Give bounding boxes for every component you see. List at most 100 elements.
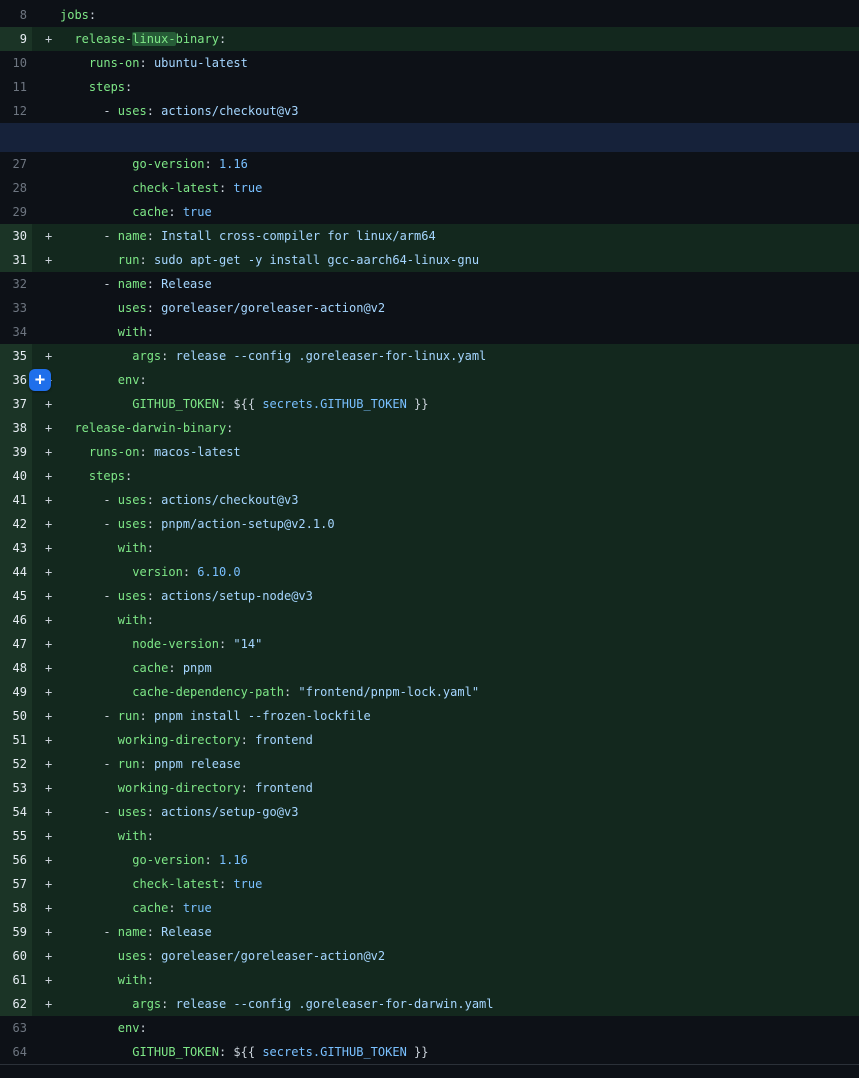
added-line-marker: +	[32, 560, 58, 584]
diff-marker	[32, 1016, 58, 1040]
line-number[interactable]: 58	[0, 896, 32, 920]
added-line-marker: +	[32, 704, 58, 728]
line-number[interactable]: 9	[0, 27, 32, 51]
line-number[interactable]: 46	[0, 608, 32, 632]
code-text: - uses: actions/checkout@v3	[58, 488, 859, 512]
added-line-marker: +	[32, 344, 58, 368]
added-line-marker: +	[32, 968, 58, 992]
diff-line-58: 58+ cache: true	[0, 896, 859, 920]
line-number[interactable]: 56	[0, 848, 32, 872]
code-text: steps:	[58, 75, 859, 99]
line-number[interactable]: 33	[0, 296, 32, 320]
line-number[interactable]: 50	[0, 704, 32, 728]
diff-line-63: 63 env:	[0, 1016, 859, 1040]
line-number[interactable]: 10	[0, 51, 32, 75]
code-text: args: release --config .goreleaser-for-l…	[58, 344, 859, 368]
line-number[interactable]: 31	[0, 248, 32, 272]
diff-line-59: 59+ - name: Release	[0, 920, 859, 944]
code-text: run: sudo apt-get -y install gcc-aarch64…	[58, 248, 859, 272]
line-number[interactable]: 53	[0, 776, 32, 800]
diff-line-8: 8jobs:	[0, 3, 859, 27]
line-number[interactable]: 40	[0, 464, 32, 488]
code-text: with:	[58, 608, 859, 632]
line-number[interactable]: 51	[0, 728, 32, 752]
code-text: - name: Release	[58, 272, 859, 296]
line-number[interactable]: 45	[0, 584, 32, 608]
line-number[interactable]: 38	[0, 416, 32, 440]
diff-marker	[32, 176, 58, 200]
diff-marker	[32, 75, 58, 99]
added-line-marker: +	[32, 632, 58, 656]
code-text: cache: pnpm	[58, 656, 859, 680]
diff-line-32: 32 - name: Release	[0, 272, 859, 296]
diff-line-57: 57+ check-latest: true	[0, 872, 859, 896]
diff-line-27: 27 go-version: 1.16	[0, 152, 859, 176]
line-number[interactable]: 52	[0, 752, 32, 776]
line-number[interactable]: 27	[0, 152, 32, 176]
line-number[interactable]: 32	[0, 272, 32, 296]
code-text: cache: true	[58, 896, 859, 920]
line-number[interactable]: 62	[0, 992, 32, 1016]
diff-marker	[32, 99, 58, 123]
line-number[interactable]: 8	[0, 3, 32, 27]
line-number[interactable]: 54	[0, 800, 32, 824]
line-number[interactable]: 48	[0, 656, 32, 680]
line-number[interactable]: 63	[0, 1016, 32, 1040]
line-number[interactable]: 55	[0, 824, 32, 848]
code-text: - name: Release	[58, 920, 859, 944]
line-number[interactable]: 28	[0, 176, 32, 200]
added-line-marker: +	[32, 248, 58, 272]
diff-marker	[32, 296, 58, 320]
diff-line-50: 50+ - run: pnpm install --frozen-lockfil…	[0, 704, 859, 728]
diff-line-11: 11 steps:	[0, 75, 859, 99]
line-number[interactable]: 59	[0, 920, 32, 944]
line-number[interactable]: 49	[0, 680, 32, 704]
line-number[interactable]: 39	[0, 440, 32, 464]
line-number[interactable]: 12	[0, 99, 32, 123]
added-line-marker: +	[32, 440, 58, 464]
diff-line-43: 43+ with:	[0, 536, 859, 560]
diff-line-41: 41+ - uses: actions/checkout@v3	[0, 488, 859, 512]
diff-line-60: 60+ uses: goreleaser/goreleaser-action@v…	[0, 944, 859, 968]
line-number[interactable]: 61	[0, 968, 32, 992]
diff-marker	[32, 51, 58, 75]
line-number[interactable]: 60	[0, 944, 32, 968]
diff-line-35: 35+ args: release --config .goreleaser-f…	[0, 344, 859, 368]
line-number[interactable]: 36	[0, 368, 32, 392]
line-number[interactable]: 11	[0, 75, 32, 99]
code-text: with:	[58, 968, 859, 992]
line-number[interactable]: 44	[0, 560, 32, 584]
code-text: check-latest: true	[58, 176, 859, 200]
diff-line-39: 39+ runs-on: macos-latest	[0, 440, 859, 464]
code-text: with:	[58, 824, 859, 848]
added-line-marker: +	[32, 584, 58, 608]
line-number[interactable]: 57	[0, 872, 32, 896]
diff-line-38: 38+ release-darwin-binary:	[0, 416, 859, 440]
line-number[interactable]: 41	[0, 488, 32, 512]
diff-line-33: 33 uses: goreleaser/goreleaser-action@v2	[0, 296, 859, 320]
line-number[interactable]: 30	[0, 224, 32, 248]
diff-line-47: 47+ node-version: "14"	[0, 632, 859, 656]
diff-line-56: 56+ go-version: 1.16	[0, 848, 859, 872]
add-comment-button[interactable]: +	[29, 369, 51, 391]
added-line-marker: +	[32, 224, 58, 248]
diff-line-30: 30+ - name: Install cross-compiler for l…	[0, 224, 859, 248]
code-text: - uses: actions/checkout@v3	[58, 99, 859, 123]
diff-line-64: 64 GITHUB_TOKEN: ${{ secrets.GITHUB_TOKE…	[0, 1040, 859, 1064]
line-number[interactable]: 47	[0, 632, 32, 656]
added-line-marker: +	[32, 680, 58, 704]
code-text: version: 6.10.0	[58, 560, 859, 584]
added-line-marker: +	[32, 896, 58, 920]
added-line-marker: +	[32, 488, 58, 512]
diff-line-46: 46+ with:	[0, 608, 859, 632]
added-line-marker: +	[32, 992, 58, 1016]
line-number[interactable]: 37	[0, 392, 32, 416]
line-number[interactable]: 43	[0, 536, 32, 560]
line-number[interactable]: 29	[0, 200, 32, 224]
line-number[interactable]: 64	[0, 1040, 32, 1064]
line-number[interactable]: 42	[0, 512, 32, 536]
expandable-hunk-row[interactable]	[0, 123, 859, 152]
diff-marker	[32, 3, 58, 27]
line-number[interactable]: 34	[0, 320, 32, 344]
line-number[interactable]: 35	[0, 344, 32, 368]
